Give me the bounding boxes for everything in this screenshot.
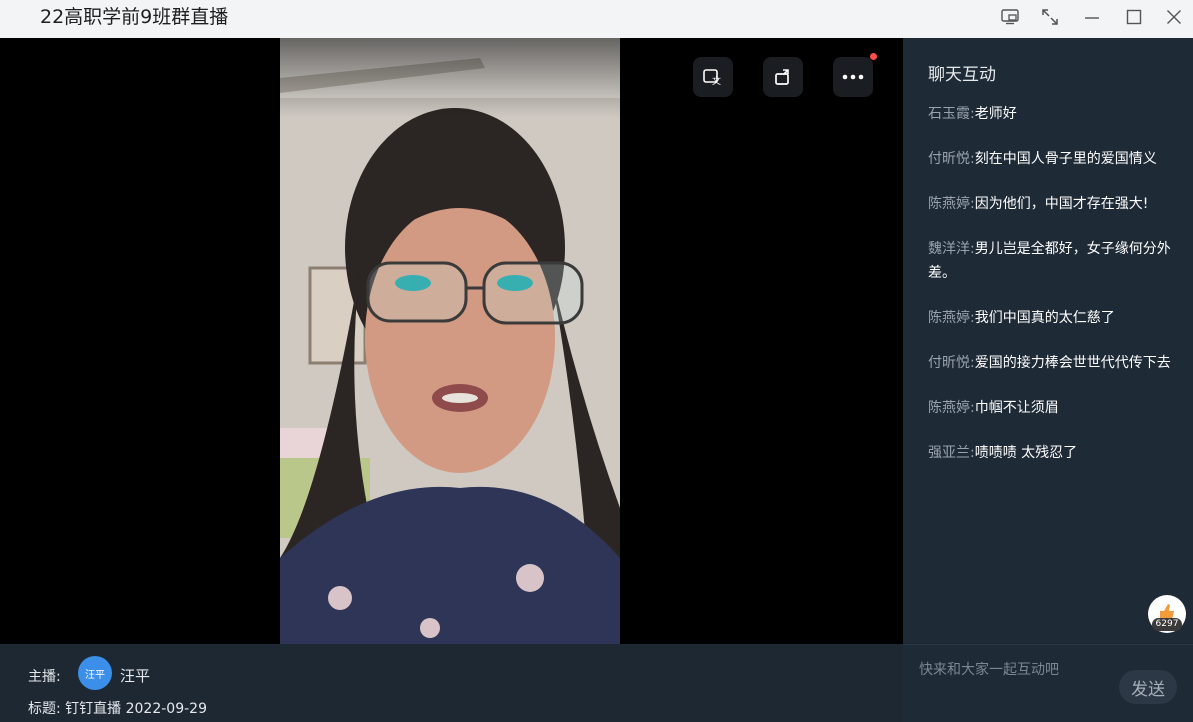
window-title: 22高职学前9班群直播: [40, 6, 229, 28]
title-bar: 22高职学前9班群直播: [0, 0, 1193, 38]
host-name: 汪平: [120, 667, 151, 685]
chat-input-area: 发送: [903, 644, 1193, 722]
chat-panel: 聊天互动 石玉霞:老师好 付昕悦:刻在中国人骨子里的爱国情义 陈燕婷:因为他们，…: [903, 38, 1193, 644]
live-info-bar: 主播: 汪平 汪平 标题: 钉钉直播 2022-09-29: [0, 644, 903, 722]
message-sender: 陈燕婷:: [928, 196, 975, 212]
message-text: 刻在中国人骨子里的爱国情义: [974, 151, 1157, 167]
chat-title: 聊天互动: [928, 65, 996, 85]
message-text: 因为他们，中国才存在强大!: [974, 196, 1149, 212]
host-label: 主播:: [28, 669, 61, 685]
message-sender: 付昕悦:: [928, 355, 975, 371]
chat-message: 强亚兰:啧啧啧 太残忍了: [928, 441, 1178, 465]
chat-message: 陈燕婷:因为他们，中国才存在强大!: [928, 192, 1178, 216]
maximize-icon[interactable]: [1120, 5, 1148, 29]
message-sender: 陈燕婷:: [928, 310, 975, 326]
avatar[interactable]: 汪平: [78, 656, 112, 690]
message-text: 巾帼不让须眉: [974, 400, 1059, 416]
message-sender: 强亚兰:: [928, 445, 975, 461]
chat-message-list[interactable]: 石玉霞:老师好 付昕悦:刻在中国人骨子里的爱国情义 陈燕婷:因为他们，中国才存在…: [928, 102, 1178, 486]
message-sender: 陈燕婷:: [928, 400, 975, 416]
rotate-button[interactable]: [763, 57, 803, 97]
svg-text:文: 文: [712, 75, 721, 86]
fullscreen-icon[interactable]: [1036, 5, 1064, 29]
message-text: 我们中国真的太仁慈了: [974, 310, 1115, 326]
message-text: 老师好: [974, 106, 1017, 122]
subtitle-icon: 文: [703, 69, 721, 86]
like-count-badge: 6297: [1152, 618, 1182, 631]
message-sender: 魏洋洋:: [928, 241, 975, 257]
notification-dot: [870, 53, 877, 60]
message-sender: 付昕悦:: [928, 151, 975, 167]
live-video-feed: [280, 38, 620, 644]
picture-in-picture-icon[interactable]: [996, 5, 1024, 29]
more-button[interactable]: [833, 57, 873, 97]
chat-message: 陈燕婷:巾帼不让须眉: [928, 396, 1178, 420]
live-topic: 标题: 钉钉直播 2022-09-29: [28, 701, 207, 717]
chat-input[interactable]: [917, 657, 1121, 683]
minimize-icon[interactable]: [1078, 5, 1106, 29]
send-button[interactable]: 发送: [1119, 670, 1177, 704]
chat-message: 石玉霞:老师好: [928, 102, 1178, 126]
message-text: 爱国的接力棒会世世代代传下去: [974, 355, 1171, 371]
message-sender: 石玉霞:: [928, 106, 975, 122]
rotate-icon: [775, 69, 789, 85]
more-icon: [842, 74, 864, 80]
chat-message: 魏洋洋:男儿岂是全都好，女子缘何分外差。: [928, 237, 1178, 285]
close-icon[interactable]: [1160, 5, 1188, 29]
subtitle-toggle-button[interactable]: 文: [693, 57, 733, 97]
chat-message: 陈燕婷:我们中国真的太仁慈了: [928, 306, 1178, 330]
chat-message: 付昕悦:爱国的接力棒会世世代代传下去: [928, 351, 1178, 375]
live-video-area[interactable]: 文: [0, 38, 903, 644]
message-text: 啧啧啧 太残忍了: [974, 445, 1078, 461]
chat-message: 付昕悦:刻在中国人骨子里的爱国情义: [928, 147, 1178, 171]
